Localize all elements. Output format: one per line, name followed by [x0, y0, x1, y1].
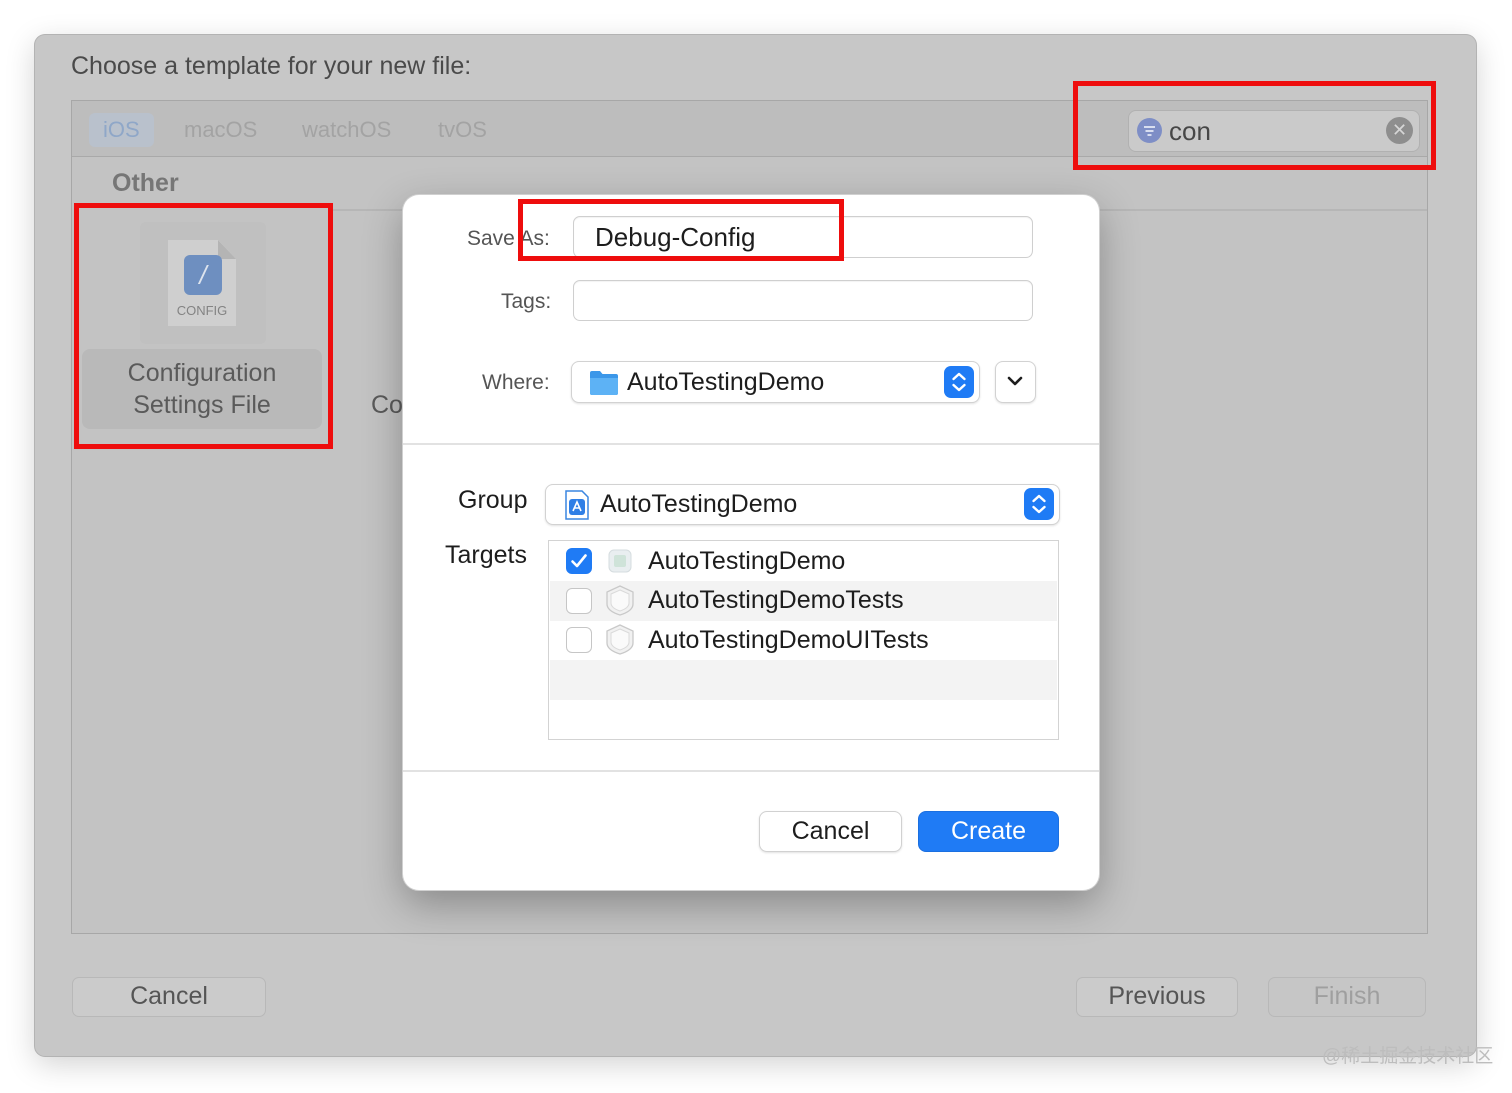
finish-button[interactable]: Finish — [1268, 977, 1426, 1017]
window-cancel-button[interactable]: Cancel — [72, 977, 266, 1017]
target-checkbox-autotestingdemouitests[interactable] — [566, 627, 592, 653]
target-row-empty — [550, 660, 1057, 700]
template-label-partial[interactable]: Co — [371, 389, 403, 421]
folder-icon — [589, 368, 619, 396]
section-header-other: Other — [112, 169, 179, 197]
target-name: AutoTestingDemoUITests — [648, 626, 929, 654]
app-target-icon — [605, 545, 635, 577]
annotation-highlight-save-as — [518, 199, 844, 261]
where-stepper-icon[interactable] — [944, 366, 974, 398]
tags-label: Tags: — [501, 290, 552, 313]
annotation-highlight-template — [74, 203, 333, 449]
test-target-icon — [605, 623, 635, 655]
window-title: Choose a template for your new file: — [71, 52, 472, 80]
previous-button[interactable]: Previous — [1076, 977, 1238, 1017]
chevron-down-icon — [1005, 373, 1025, 389]
group-label: Group — [458, 486, 528, 514]
dialog-divider — [403, 770, 1099, 772]
targets-label: Targets — [445, 541, 527, 569]
test-target-icon — [605, 584, 635, 616]
cancel-button[interactable]: Cancel — [759, 811, 902, 852]
group-stepper-icon[interactable] — [1024, 488, 1054, 520]
tab-ios[interactable]: iOS — [89, 113, 154, 147]
watermark: @稀土掘金技术社区 — [1322, 1046, 1494, 1067]
project-file-icon — [564, 490, 590, 520]
target-name: AutoTestingDemoTests — [648, 586, 904, 614]
dialog-divider — [403, 443, 1099, 445]
tab-watchos[interactable]: watchOS — [288, 113, 405, 147]
target-checkbox-autotestingdemotests[interactable] — [566, 588, 592, 614]
annotation-highlight-search — [1073, 81, 1436, 170]
tags-field[interactable] — [573, 280, 1033, 321]
where-label: Where: — [482, 371, 550, 394]
target-name: AutoTestingDemo — [648, 547, 846, 575]
tab-tvos[interactable]: tvOS — [424, 113, 501, 147]
where-value: AutoTestingDemo — [627, 368, 825, 396]
tab-macos[interactable]: macOS — [170, 113, 271, 147]
target-checkbox-autotestingdemo[interactable] — [566, 548, 592, 574]
create-button[interactable]: Create — [918, 811, 1059, 852]
group-value: AutoTestingDemo — [600, 490, 798, 518]
